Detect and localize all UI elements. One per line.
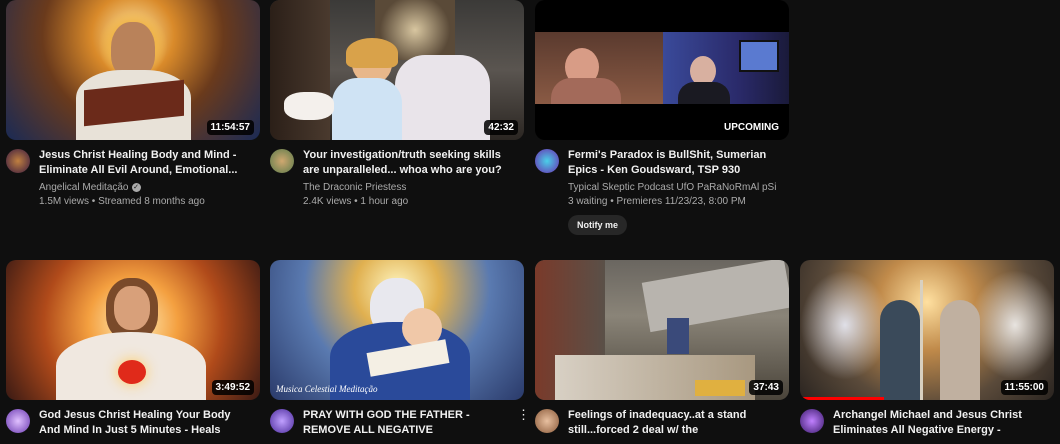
video-title[interactable]: PRAY WITH GOD THE FATHER - REMOVE ALL NE… bbox=[303, 408, 524, 438]
video-thumbnail[interactable]: 11:55:00 bbox=[800, 260, 1054, 400]
channel-avatar[interactable] bbox=[6, 409, 30, 433]
channel-avatar[interactable] bbox=[535, 409, 559, 433]
video-title[interactable]: Fermi's Paradox is BullShit, Sumerian Ep… bbox=[568, 148, 789, 178]
upcoming-badge: UPCOMING bbox=[720, 120, 783, 135]
channel-name[interactable]: Angelical Meditação bbox=[39, 182, 129, 193]
video-card[interactable]: UPCOMING Fermi's Paradox is BullShit, Su… bbox=[535, 0, 789, 235]
video-stats: 2.4K views • 1 hour ago bbox=[303, 196, 409, 207]
video-title[interactable]: Jesus Christ Healing Body and Mind - Eli… bbox=[39, 148, 260, 178]
thumbnail-caption: Musica Celestial Meditação bbox=[276, 384, 378, 394]
video-title[interactable]: Your investigation/truth seeking skills … bbox=[303, 148, 524, 178]
channel-avatar[interactable] bbox=[800, 409, 824, 433]
video-stats: 3 waiting • Premieres 11/23/23, 8:00 PM bbox=[568, 196, 746, 207]
video-thumbnail[interactable]: 42:32 bbox=[270, 0, 524, 140]
channel-avatar[interactable] bbox=[535, 149, 559, 173]
channel-avatar[interactable] bbox=[270, 149, 294, 173]
duration-badge: 11:54:57 bbox=[206, 120, 254, 135]
video-card[interactable]: 3:49:52 God Jesus Christ Healing Your Bo… bbox=[6, 260, 260, 438]
duration-badge: 42:32 bbox=[484, 120, 518, 135]
watch-progress-bar bbox=[800, 397, 884, 400]
video-thumbnail[interactable]: 3:49:52 bbox=[6, 260, 260, 400]
video-stats: 1.5M views • Streamed 8 months ago bbox=[39, 196, 205, 207]
video-card[interactable]: 42:32 Your investigation/truth seeking s… bbox=[270, 0, 524, 209]
duration-badge: 37:43 bbox=[749, 380, 783, 395]
video-card[interactable]: 11:55:00 Archangel Michael and Jesus Chr… bbox=[800, 260, 1054, 438]
channel-name-row[interactable]: Angelical Meditação ✓ bbox=[39, 181, 260, 195]
channel-name[interactable]: Typical Skeptic Podcast UfO PaRaNoRmAl p… bbox=[568, 181, 789, 195]
video-card[interactable]: Musica Celestial Meditação PRAY WITH GOD… bbox=[270, 260, 530, 438]
channel-name[interactable]: The Draconic Priestess bbox=[303, 181, 524, 195]
video-title[interactable]: Archangel Michael and Jesus Christ Elimi… bbox=[833, 408, 1054, 438]
duration-badge: 3:49:52 bbox=[211, 380, 254, 395]
channel-avatar[interactable] bbox=[6, 149, 30, 173]
video-thumbnail[interactable]: 11:54:57 bbox=[6, 0, 260, 140]
notify-me-button[interactable]: Notify me bbox=[568, 215, 628, 235]
video-thumbnail[interactable]: Musica Celestial Meditação bbox=[270, 260, 524, 400]
more-vert-icon[interactable]: ⋮ bbox=[517, 408, 530, 421]
video-card[interactable]: 37:43 Feelings of inadequacy..at a stand… bbox=[535, 260, 789, 438]
channel-avatar[interactable] bbox=[270, 409, 294, 433]
check-icon: ✓ bbox=[131, 182, 141, 192]
video-title[interactable]: God Jesus Christ Healing Your Body And M… bbox=[39, 408, 260, 438]
video-thumbnail[interactable]: 37:43 bbox=[535, 260, 789, 400]
video-title[interactable]: Feelings of inadequacy..at a stand still… bbox=[568, 408, 789, 438]
duration-badge: 11:55:00 bbox=[1000, 380, 1048, 395]
video-card[interactable]: 11:54:57 Jesus Christ Healing Body and M… bbox=[6, 0, 260, 209]
video-thumbnail[interactable]: UPCOMING bbox=[535, 0, 789, 140]
